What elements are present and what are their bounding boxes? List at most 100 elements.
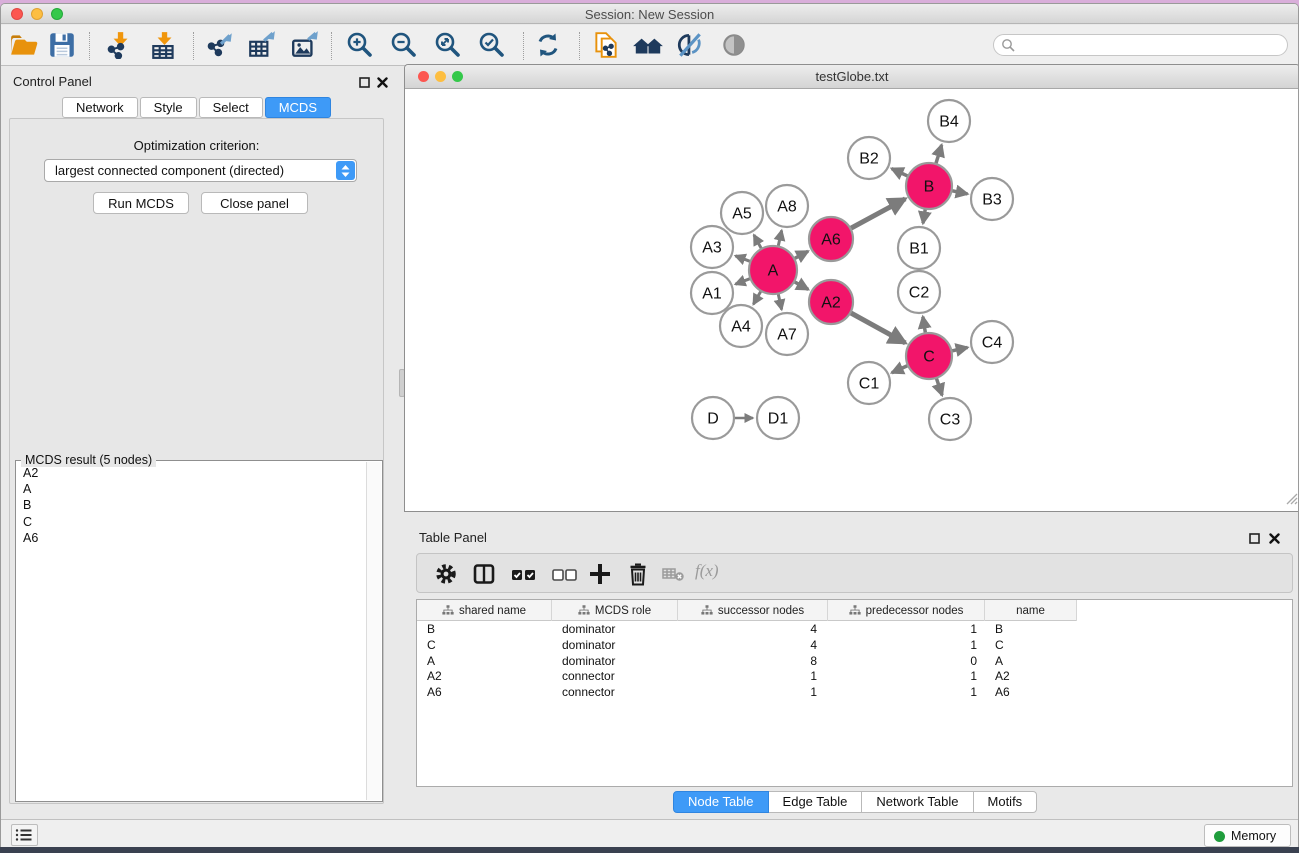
window-resize-grip[interactable] <box>1286 492 1298 510</box>
graph-node[interactable]: A6 <box>809 217 853 261</box>
mcds-result-item[interactable]: A2 <box>17 465 366 481</box>
table-cell[interactable]: 1 <box>810 685 817 699</box>
table-cell[interactable]: 1 <box>810 669 817 683</box>
table-cell[interactable]: dominator <box>562 622 615 636</box>
zoom-selected-icon[interactable] <box>477 31 509 61</box>
float-panel-icon[interactable] <box>1249 531 1260 549</box>
graph-node[interactable]: B2 <box>848 137 890 179</box>
table-cell[interactable]: connector <box>562 669 615 683</box>
graph-node[interactable]: C3 <box>929 398 971 440</box>
table-cell[interactable]: C <box>995 638 1004 652</box>
table-cell[interactable]: A6 <box>995 685 1010 699</box>
mcds-list-scrollbar[interactable] <box>366 462 381 800</box>
graph-node[interactable]: A1 <box>691 272 733 314</box>
graph-node[interactable]: A2 <box>809 280 853 324</box>
graph-node[interactable]: A8 <box>766 185 808 227</box>
level-of-detail-icon[interactable] <box>675 31 707 61</box>
table-row[interactable]: Adominator 8 0 A <box>417 654 1294 670</box>
column-header-name[interactable]: name <box>985 600 1077 621</box>
export-image-icon[interactable] <box>290 31 322 61</box>
search-input[interactable] <box>1020 36 1280 54</box>
network-canvas[interactable]: AA1A2A3A4A5A6A7A8BB1B2B3B4CC1C2C3C4DD1 <box>406 89 1299 511</box>
tab-network[interactable]: Network <box>62 97 138 118</box>
table-cell[interactable]: dominator <box>562 654 615 668</box>
table-cell[interactable]: 4 <box>810 622 817 636</box>
tab-network-table[interactable]: Network Table <box>862 791 973 813</box>
zoom-out-icon[interactable] <box>389 31 421 61</box>
table-cell[interactable]: A2 <box>427 669 442 683</box>
column-header-shared-name[interactable]: shared name <box>417 600 552 621</box>
tab-edge-table[interactable]: Edge Table <box>769 791 863 813</box>
mcds-result-item[interactable]: A6 <box>17 530 366 546</box>
tab-node-table[interactable]: Node Table <box>673 791 769 813</box>
table-row[interactable]: Bdominator41B <box>417 622 1294 638</box>
tab-motifs[interactable]: Motifs <box>974 791 1038 813</box>
run-mcds-button[interactable]: Run MCDS <box>93 192 189 214</box>
table-cell[interactable]: connector <box>562 685 615 699</box>
close-panel-button[interactable]: Close panel <box>201 192 308 214</box>
table-cell[interactable]: B <box>995 622 1003 636</box>
mcds-result-item[interactable]: B <box>17 497 366 513</box>
open-file-icon[interactable] <box>9 31 41 61</box>
save-session-icon[interactable] <box>47 31 79 61</box>
home-icon[interactable] <box>631 31 663 61</box>
mcds-result-item[interactable]: A <box>17 481 366 497</box>
network-window-titlebar[interactable]: testGlobe.txt <box>405 65 1299 89</box>
select-all-icon[interactable] <box>511 562 537 586</box>
delete-column-icon[interactable] <box>626 562 652 586</box>
table-cell[interactable]: C <box>427 638 436 652</box>
column-header-predecessor-nodes[interactable]: predecessor nodes <box>828 600 985 621</box>
graph-node[interactable]: A5 <box>721 192 763 234</box>
table-cell[interactable]: dominator <box>562 638 615 652</box>
table-cell[interactable]: A <box>427 654 435 668</box>
table-row[interactable]: A2 connector 1 1 A2 <box>417 669 1294 685</box>
table-cell[interactable]: A6 <box>427 685 442 699</box>
close-panel-icon[interactable] <box>377 75 388 93</box>
refresh-icon[interactable] <box>533 31 565 61</box>
clone-network-icon[interactable] <box>591 31 623 61</box>
add-column-icon[interactable] <box>588 562 614 586</box>
float-panel-icon[interactable] <box>359 75 370 93</box>
mcds-result-item[interactable]: C <box>17 514 366 530</box>
export-table-icon[interactable] <box>247 31 279 61</box>
task-history-button[interactable] <box>11 824 38 846</box>
graph-node[interactable]: A4 <box>720 305 762 347</box>
table-cell[interactable]: 4 <box>810 638 817 652</box>
table-cell[interactable]: A <box>995 654 1003 668</box>
column-visibility-icon[interactable] <box>472 562 498 586</box>
graph-node[interactable]: D1 <box>757 397 799 439</box>
table-cell[interactable]: 1 <box>970 622 977 636</box>
graph-node[interactable]: B4 <box>928 100 970 142</box>
settings-gear-icon[interactable] <box>434 562 460 586</box>
table-cell[interactable]: 8 <box>810 654 817 668</box>
graph-node[interactable]: C2 <box>898 271 940 313</box>
graph-node[interactable]: C4 <box>971 321 1013 363</box>
graph-node[interactable]: B1 <box>898 227 940 269</box>
close-panel-icon[interactable] <box>1269 531 1280 549</box>
table-cell[interactable]: 1 <box>970 638 977 652</box>
import-table-icon[interactable] <box>149 31 181 61</box>
criterion-dropdown[interactable]: largest connected component (directed) <box>44 159 357 182</box>
zoom-in-icon[interactable] <box>345 31 377 61</box>
table-cell[interactable]: A2 <box>995 669 1010 683</box>
graph-node[interactable]: B3 <box>971 178 1013 220</box>
table-cell[interactable]: 0 <box>970 654 977 668</box>
table-row[interactable]: Cdominator 4 1 C <box>417 638 1294 654</box>
column-header-successor-nodes[interactable]: successor nodes <box>678 600 828 621</box>
table-row[interactable]: A6 connector 1 1 A6 <box>417 685 1294 701</box>
deselect-all-icon[interactable] <box>552 562 578 586</box>
graph-node[interactable]: C <box>906 333 952 379</box>
import-network-icon[interactable] <box>105 31 137 61</box>
table-cell[interactable]: 1 <box>970 685 977 699</box>
graph-node[interactable]: D <box>692 397 734 439</box>
column-header-mcds-role[interactable]: MCDS role <box>552 600 678 621</box>
export-network-icon[interactable] <box>205 31 237 61</box>
memory-button[interactable]: Memory <box>1204 824 1291 847</box>
table-cell[interactable]: 1 <box>970 669 977 683</box>
graph-node[interactable]: C1 <box>848 362 890 404</box>
tab-select[interactable]: Select <box>199 97 263 118</box>
graph-node[interactable]: A7 <box>766 313 808 355</box>
graph-node[interactable]: B <box>906 163 952 209</box>
zoom-fit-icon[interactable] <box>433 31 465 61</box>
tab-mcds[interactable]: MCDS <box>265 97 331 118</box>
